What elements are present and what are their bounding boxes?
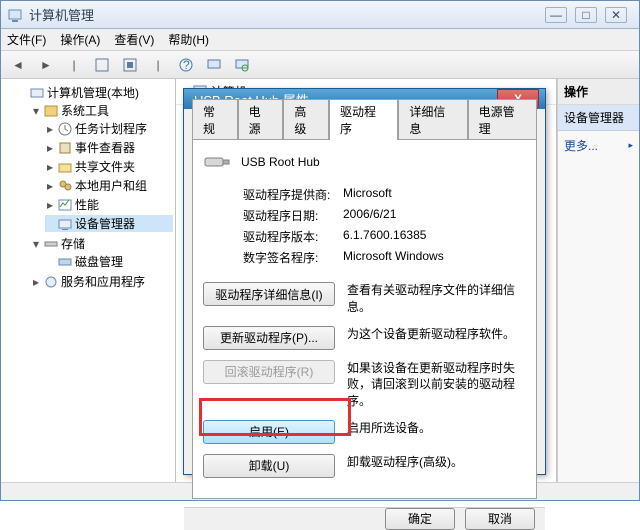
refresh-icon[interactable]	[121, 56, 139, 74]
tree-devmgr[interactable]: 设备管理器	[45, 215, 173, 232]
tree-services[interactable]: ▸服务和应用程序	[31, 273, 173, 290]
left-tree-pane: 计算机管理(本地) ▾系统工具 ▸任务计划程序 ▸事件查看器 ▸共享文件夹 ▸本…	[1, 79, 176, 482]
svg-text:?: ?	[183, 58, 190, 72]
actions-more[interactable]: 更多...	[558, 131, 639, 160]
rollback-driver-desc: 如果该设备在更新驱动程序时失败，请回滚到以前安装的驱动程序。	[347, 360, 526, 410]
tree-shared[interactable]: ▸共享文件夹	[45, 158, 173, 175]
app-icon	[7, 7, 23, 23]
uninstall-desc: 卸载驱动程序(高级)。	[347, 454, 526, 471]
tree-root[interactable]: 计算机管理(本地)	[17, 84, 173, 101]
menubar: 文件(F) 操作(A) 查看(V) 帮助(H)	[1, 29, 639, 51]
date-label: 驱动程序日期:	[243, 207, 343, 224]
computer-icon[interactable]	[205, 56, 223, 74]
signer-label: 数字签名程序:	[243, 249, 343, 266]
tree-eventviewer[interactable]: ▸事件查看器	[45, 139, 173, 156]
tab-driver[interactable]: 驱动程序	[329, 99, 398, 140]
tree-users-label: 本地用户和组	[75, 177, 147, 194]
back-icon[interactable]: ◄	[9, 56, 27, 74]
window-buttons: — □ ✕	[545, 7, 627, 23]
titlebar: 计算机管理 — □ ✕	[1, 1, 639, 29]
tab-details[interactable]: 详细信息	[398, 99, 467, 140]
tree-services-label: 服务和应用程序	[61, 273, 145, 290]
tab-page-driver: USB Root Hub 驱动程序提供商:Microsoft 驱动程序日期:20…	[192, 139, 537, 499]
tree-perf-label: 性能	[75, 196, 99, 213]
menu-file[interactable]: 文件(F)	[7, 31, 46, 48]
menu-view[interactable]: 查看(V)	[114, 31, 154, 48]
window-title: 计算机管理	[29, 5, 545, 24]
tab-advanced[interactable]: 高级	[283, 99, 329, 140]
tree-perf[interactable]: ▸性能	[45, 196, 173, 213]
enable-button[interactable]: 启用(E)	[203, 420, 335, 444]
menu-action[interactable]: 操作(A)	[60, 31, 100, 48]
tree-shared-label: 共享文件夹	[75, 158, 135, 175]
driver-details-button[interactable]: 驱动程序详细信息(I)	[203, 282, 335, 306]
forward-icon[interactable]: ►	[37, 56, 55, 74]
tree-systools[interactable]: ▾系统工具	[31, 102, 173, 119]
driver-info: 驱动程序提供商:Microsoft 驱动程序日期:2006/6/21 驱动程序版…	[243, 186, 526, 266]
actions-pane: 操作 设备管理器 更多...	[557, 79, 639, 482]
close-button[interactable]: ✕	[605, 7, 627, 23]
separator: |	[149, 56, 167, 74]
show-icon[interactable]	[93, 56, 111, 74]
tree-diskmgmt[interactable]: 磁盘管理	[45, 253, 173, 270]
date-value: 2006/6/21	[343, 207, 396, 224]
tree-root-label: 计算机管理(本地)	[47, 84, 139, 101]
version-value: 6.1.7600.16385	[343, 228, 426, 245]
tree-scheduler[interactable]: ▸任务计划程序	[45, 120, 173, 137]
actions-header: 操作	[558, 79, 639, 105]
actions-section: 设备管理器	[558, 105, 639, 131]
scan-icon[interactable]	[233, 56, 251, 74]
properties-dialog: USB Root Hub 属性 X 常规 电源 高级 驱动程序 详细信息 电源管…	[183, 88, 546, 475]
update-driver-desc: 为这个设备更新驱动程序软件。	[347, 326, 526, 343]
minimize-button[interactable]: —	[545, 7, 567, 23]
update-driver-button[interactable]: 更新驱动程序(P)...	[203, 326, 335, 350]
tree-diskmgmt-label: 磁盘管理	[75, 253, 123, 270]
signer-value: Microsoft Windows	[343, 249, 444, 266]
help-icon[interactable]: ?	[177, 56, 195, 74]
menu-help[interactable]: 帮助(H)	[168, 31, 209, 48]
tab-powermgmt[interactable]: 电源管理	[468, 99, 537, 140]
tree-scheduler-label: 任务计划程序	[75, 120, 147, 137]
usb-icon	[203, 150, 231, 174]
tree-systools-label: 系统工具	[61, 102, 109, 119]
dialog-buttons: 确定 取消	[184, 507, 545, 530]
uninstall-button[interactable]: 卸载(U)	[203, 454, 335, 478]
maximize-button[interactable]: □	[575, 7, 597, 23]
cancel-button[interactable]: 取消	[465, 508, 535, 530]
tab-row: 常规 电源 高级 驱动程序 详细信息 电源管理	[184, 115, 545, 139]
ok-button[interactable]: 确定	[385, 508, 455, 530]
tab-general[interactable]: 常规	[192, 99, 238, 140]
tree-storage-label: 存储	[61, 235, 85, 252]
provider-value: Microsoft	[343, 186, 392, 203]
tree-storage[interactable]: ▾存储	[31, 235, 173, 252]
tree-devmgr-label: 设备管理器	[75, 215, 135, 232]
provider-label: 驱动程序提供商:	[243, 186, 343, 203]
driver-details-desc: 查看有关驱动程序文件的详细信息。	[347, 282, 526, 316]
toolbar: ◄ ► | | ?	[1, 51, 639, 79]
tree-eventviewer-label: 事件查看器	[75, 139, 135, 156]
separator: |	[65, 56, 83, 74]
enable-desc: 启用所选设备。	[347, 420, 526, 437]
device-header: USB Root Hub	[203, 150, 526, 174]
device-name: USB Root Hub	[241, 155, 320, 169]
tab-power[interactable]: 电源	[238, 99, 284, 140]
rollback-driver-button: 回滚驱动程序(R)	[203, 360, 335, 384]
version-label: 驱动程序版本:	[243, 228, 343, 245]
tree-users[interactable]: ▸本地用户和组	[45, 177, 173, 194]
